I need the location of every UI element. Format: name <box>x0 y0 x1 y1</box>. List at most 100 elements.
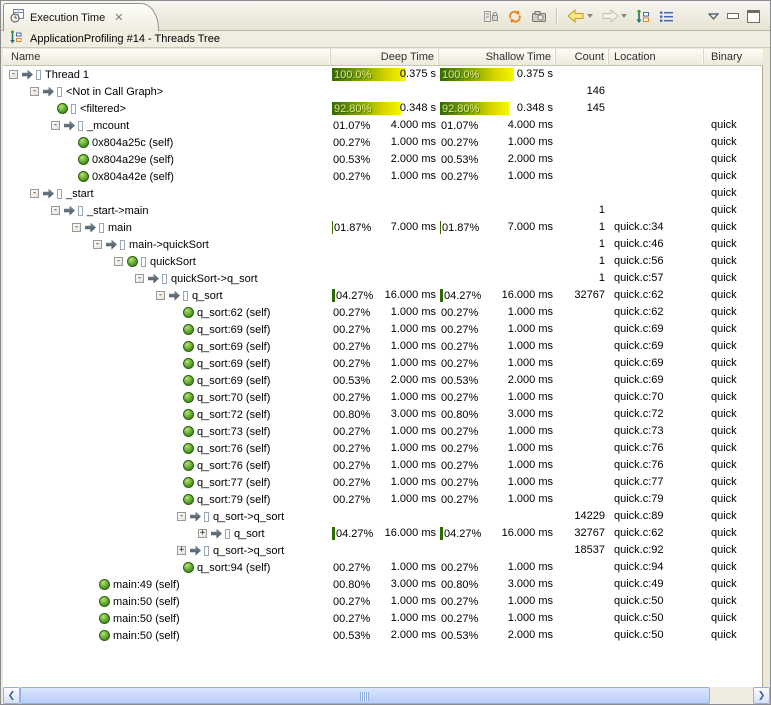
horizontal-scrollbar[interactable]: ❮ ❯ <box>3 687 770 704</box>
percent-value: 00.27% <box>332 596 370 608</box>
count-value <box>556 151 609 168</box>
tree-row[interactable]: -main->quickSort1quick.c:46quick <box>3 236 762 253</box>
count-value <box>556 321 609 338</box>
sort-tree-icon[interactable] <box>633 7 653 25</box>
view-menu-icon[interactable] <box>706 7 721 25</box>
snapshot-icon[interactable] <box>529 7 549 25</box>
tree-row[interactable]: main:50 (self)00.27%1.000 ms00.27%1.000 … <box>3 610 762 627</box>
tree-row[interactable]: -quickSort1quick.c:56quick <box>3 253 762 270</box>
scroll-left-icon[interactable]: ❮ <box>3 687 20 704</box>
tree-row[interactable]: q_sort:76 (self)00.27%1.000 ms00.27%1.00… <box>3 440 762 457</box>
tree-row[interactable]: -_start->main1quick <box>3 202 762 219</box>
tree-row[interactable]: -Thread 1100.0%0.375 s100.0%0.375 s <box>3 66 762 83</box>
percent-box: 00.80% <box>440 578 478 591</box>
collapse-expander-icon[interactable]: - <box>51 206 60 215</box>
scroll-right-icon[interactable]: ❯ <box>753 687 770 704</box>
forward-dropdown-icon[interactable] <box>621 14 627 18</box>
tree-row[interactable]: q_sort:69 (self)00.27%1.000 ms00.27%1.00… <box>3 355 762 372</box>
shallow-time-cell: 00.27%1.000 ms <box>439 610 556 627</box>
scrollbar-thumb[interactable] <box>20 687 710 704</box>
collapse-expander-icon[interactable]: - <box>9 70 18 79</box>
tree-row[interactable]: <filtered>92.80%0.348 s92.80%0.348 s145 <box>3 100 762 117</box>
lock-icon[interactable] <box>481 7 501 25</box>
tree-row[interactable]: +q_sort04.27%16.000 ms04.27%16.000 ms327… <box>3 525 762 542</box>
time-value: 1.000 ms <box>508 306 553 318</box>
minimize-icon[interactable] <box>725 7 741 25</box>
collapse-expander-icon[interactable]: - <box>51 121 60 130</box>
percent-value: 00.27% <box>332 460 370 472</box>
collapse-expander-icon[interactable]: - <box>93 240 102 249</box>
column-header-binary[interactable]: Binary <box>704 49 763 65</box>
function-icon <box>183 291 188 301</box>
tree-row[interactable]: q_sort:73 (self)00.27%1.000 ms00.27%1.00… <box>3 423 762 440</box>
tree-row[interactable]: q_sort:94 (self)00.27%1.000 ms00.27%1.00… <box>3 559 762 576</box>
collapse-expander-icon[interactable]: - <box>156 291 165 300</box>
tree-row[interactable]: +q_sort->q_sort18537quick.c:92quick <box>3 542 762 559</box>
percent-value: 04.27% <box>443 528 481 540</box>
call-arrow-icon <box>169 291 180 301</box>
binary-value: quick <box>704 508 762 525</box>
forward-icon[interactable] <box>599 7 629 25</box>
percent-box: 00.27% <box>332 442 370 455</box>
tab-execution-time[interactable]: Execution Time ✕ <box>3 3 159 31</box>
scrollbar-track[interactable] <box>710 687 753 704</box>
back-icon[interactable] <box>565 7 595 25</box>
tree-row[interactable]: q_sort:69 (self)00.27%1.000 ms00.27%1.00… <box>3 321 762 338</box>
column-header-shallow-time[interactable]: Shallow Time <box>439 49 556 65</box>
tree-row[interactable]: q_sort:70 (self)00.27%1.000 ms00.27%1.00… <box>3 389 762 406</box>
name-cell: -main->quickSort <box>3 236 331 253</box>
binary-value: quick <box>704 219 762 236</box>
collapse-expander-icon[interactable]: - <box>30 87 39 96</box>
execution-time-icon <box>10 8 25 28</box>
tree-row[interactable]: q_sort:79 (self)00.27%1.000 ms00.27%1.00… <box>3 491 762 508</box>
tree-row[interactable]: -main01.87%7.000 ms01.87%7.000 ms1quick.… <box>3 219 762 236</box>
refresh-icon[interactable] <box>505 7 525 25</box>
tree-row[interactable]: main:49 (self)00.80%3.000 ms00.80%3.000 … <box>3 576 762 593</box>
tree-row[interactable]: q_sort:69 (self)00.53%2.000 ms00.53%2.00… <box>3 372 762 389</box>
tree-row[interactable]: q_sort:76 (self)00.27%1.000 ms00.27%1.00… <box>3 457 762 474</box>
column-header-count[interactable]: Count <box>556 49 609 65</box>
tree-row[interactable]: -q_sort04.27%16.000 ms04.27%16.000 ms327… <box>3 287 762 304</box>
tree-row[interactable]: q_sort:69 (self)00.27%1.000 ms00.27%1.00… <box>3 338 762 355</box>
percent-value: 00.53% <box>332 375 370 387</box>
percent-value: 00.53% <box>332 154 370 166</box>
time-value: 1.000 ms <box>508 425 553 437</box>
percent-box: 01.07% <box>332 119 370 132</box>
name-cell: -_start->main <box>3 202 331 219</box>
expand-expander-icon[interactable]: + <box>177 546 186 555</box>
maximize-icon[interactable] <box>745 7 762 25</box>
location-value: quick.c:46 <box>609 236 704 253</box>
tree-row[interactable]: q_sort:72 (self)00.80%3.000 ms00.80%3.00… <box>3 406 762 423</box>
collapse-expander-icon[interactable]: - <box>30 189 39 198</box>
time-value: 1.000 ms <box>508 357 553 369</box>
tree-row[interactable]: q_sort:77 (self)00.27%1.000 ms00.27%1.00… <box>3 474 762 491</box>
tree-row[interactable]: -quickSort->q_sort1quick.c:57quick <box>3 270 762 287</box>
tree-row[interactable]: 0x804a29e (self)00.53%2.000 ms00.53%2.00… <box>3 151 762 168</box>
tree-row[interactable]: main:50 (self)00.53%2.000 ms00.53%2.000 … <box>3 627 762 644</box>
location-value: quick.c:72 <box>609 406 704 423</box>
close-icon[interactable]: ✕ <box>114 13 123 23</box>
column-header-deep-time[interactable]: Deep Time <box>331 49 439 65</box>
back-dropdown-icon[interactable] <box>587 14 593 18</box>
view-toolbar <box>479 6 764 26</box>
shallow-time-cell: 00.27%1.000 ms <box>439 457 556 474</box>
tree-row[interactable]: 0x804a25c (self)00.27%1.000 ms00.27%1.00… <box>3 134 762 151</box>
node-label: 0x804a25c (self) <box>92 137 173 149</box>
tree-row[interactable]: -_startquick <box>3 185 762 202</box>
column-header-location[interactable]: Location <box>609 49 704 65</box>
collapse-expander-icon[interactable]: - <box>114 257 123 266</box>
tree-row[interactable]: -<Not in Call Graph>146 <box>3 83 762 100</box>
expand-expander-icon[interactable]: + <box>198 529 207 538</box>
tree-row[interactable]: 0x804a42e (self)00.27%1.000 ms00.27%1.00… <box>3 168 762 185</box>
collapse-expander-icon[interactable]: - <box>135 274 144 283</box>
tree-row[interactable]: main:50 (self)00.27%1.000 ms00.27%1.000 … <box>3 593 762 610</box>
tree-row[interactable]: -_mcount01.07%4.000 ms01.07%4.000 msquic… <box>3 117 762 134</box>
location-value: quick.c:89 <box>609 508 704 525</box>
time-value: 3.000 ms <box>391 578 436 590</box>
collapse-expander-icon[interactable]: - <box>177 512 186 521</box>
tree-row[interactable]: -q_sort->q_sort14229quick.c:89quick <box>3 508 762 525</box>
collapse-expander-icon[interactable]: - <box>72 223 81 232</box>
column-header-name[interactable]: Name <box>3 49 331 65</box>
flat-list-icon[interactable] <box>657 7 676 25</box>
tree-row[interactable]: q_sort:62 (self)00.27%1.000 ms00.27%1.00… <box>3 304 762 321</box>
